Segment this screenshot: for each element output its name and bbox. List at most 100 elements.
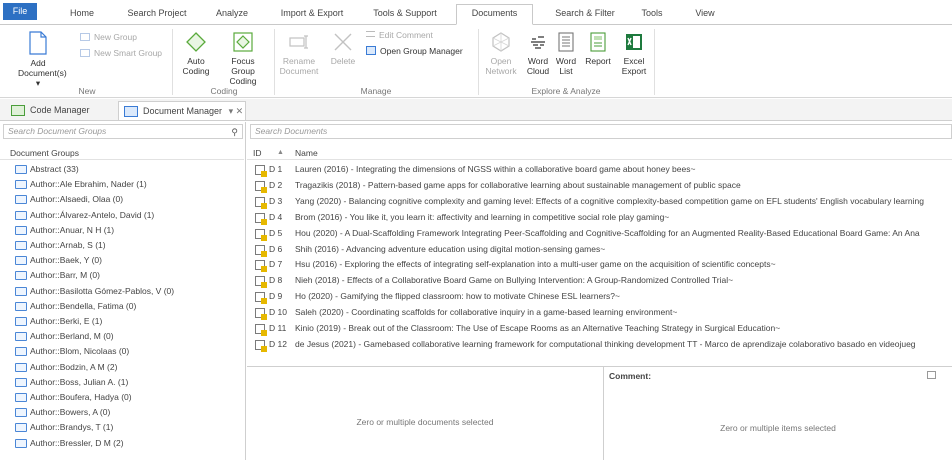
document-row[interactable]: D 10 Saleh (2020) - Coordinating scaffold…: [247, 305, 952, 321]
tab-documents[interactable]: Documents: [456, 4, 533, 25]
open-group-manager-button[interactable]: Open Group Manager: [366, 45, 463, 57]
word-list-button[interactable]: Word List: [554, 31, 578, 76]
document-id: D 3: [269, 195, 283, 206]
document-group-item[interactable]: Author::Bressler, D M (2): [0, 436, 244, 451]
document-id: D 4: [269, 211, 283, 222]
document-group-label: Author::Brandys, T (1): [30, 422, 114, 433]
document-name: Tragazikis (2018) - Pattern-based game a…: [295, 179, 741, 190]
comment-label: Comment:: [609, 371, 652, 381]
documents-search[interactable]: Search Documents: [250, 124, 952, 139]
document-name: Shih (2016) - Advancing adventure educat…: [295, 243, 606, 254]
tab-code-manager[interactable]: Code Manager: [6, 101, 114, 120]
detail-splitter[interactable]: [603, 367, 604, 460]
document-group-icon: [15, 393, 27, 402]
tab-search-project[interactable]: Search Project: [120, 6, 194, 24]
document-group-item[interactable]: Author::Bowers, A (0): [0, 405, 244, 420]
document-group-label: Author::Berki, E (1): [30, 316, 103, 326]
document-group-icon: [15, 408, 27, 418]
document-row[interactable]: D 8 Nieh (2018) - Effects of a Collaborat…: [247, 273, 952, 289]
document-group-item[interactable]: Author::Brandys, T (1): [0, 420, 244, 435]
name-column-header[interactable]: Name: [295, 146, 318, 160]
document-group-label: Abstract (33): [30, 164, 79, 174]
document-group-item[interactable]: Author::Boufera, Hadya (0): [0, 390, 244, 405]
document-group-icon: [15, 423, 27, 433]
document-row[interactable]: D 4 Brom (2016) - You like it, you learn …: [247, 210, 952, 226]
document-group-item[interactable]: Author::Bodzin, A M (2): [0, 360, 244, 375]
report-icon: [590, 32, 606, 52]
documents-selection-message: Zero or multiple documents selected: [356, 417, 494, 427]
document-group-item[interactable]: Author::Berland, M (0): [0, 329, 244, 344]
tab-view[interactable]: View: [686, 6, 724, 24]
tab-document-manager[interactable]: Document Manager ▾ ✕: [118, 101, 246, 120]
document-group-label: Author::Berland, M (0): [30, 331, 114, 342]
code-manager-icon: [11, 105, 25, 116]
word-cloud-button[interactable]: Word Cloud: [526, 31, 550, 76]
document-group-item[interactable]: Author::Boss, Julian A. (1): [0, 375, 244, 390]
document-group-item[interactable]: Author::Álvarez-Antelo, David (1): [0, 208, 244, 223]
document-row[interactable]: D 11 Kinio (2019) - Break out of the Clas…: [247, 321, 952, 337]
document-group-item[interactable]: Author::Arnab, S (1): [0, 238, 244, 253]
edit-comment-icon[interactable]: [927, 371, 936, 379]
document-group-item[interactable]: Author::Anuar, N H (1): [0, 223, 244, 238]
document-row[interactable]: D 9 Ho (2020) - Gamifying the flipped cla…: [247, 289, 952, 305]
documents-panel: Search Documents ID ▲ Name D 1 Lauren (20…: [247, 122, 952, 460]
tab-tools[interactable]: Tools: [632, 6, 672, 24]
document-name: Saleh (2020) - Coordinating scaffolds fo…: [295, 307, 678, 318]
document-row[interactable]: D 7 Hsu (2016) - Exploring the effects of…: [247, 257, 952, 273]
document-group-label: Author::Anuar, N H (1): [30, 224, 115, 235]
open-network-button[interactable]: Open Network: [482, 31, 520, 76]
document-group-item[interactable]: Author::Berki, E (1): [0, 314, 244, 329]
new-group-button[interactable]: New Group: [80, 31, 137, 43]
document-row[interactable]: D 3 Yang (2020) - Balancing cognitive com…: [247, 194, 952, 210]
document-group-item[interactable]: Author::Ale Ebrahim, Nader (1): [0, 177, 244, 192]
tab-search-filter[interactable]: Search & Filter: [546, 6, 624, 24]
document-groups-header[interactable]: Document Groups: [0, 146, 244, 160]
document-row[interactable]: D 2 Tragazikis (2018) - Pattern-based gam…: [247, 178, 952, 194]
document-group-label: Author::Alsaedi, Olaa (0): [30, 194, 124, 205]
tab-tools-support[interactable]: Tools & Support: [366, 6, 444, 24]
document-group-item[interactable]: Author::Basilotta Gómez-Pablos, V (0): [0, 284, 244, 299]
tab-menu-close-controls[interactable]: ▾ ✕: [229, 106, 244, 116]
document-group-item[interactable]: Author::Barr, M (0): [0, 268, 244, 283]
document-row[interactable]: D 6 Shih (2016) - Advancing adventure edu…: [247, 242, 952, 258]
focus-group-coding-button[interactable]: Focus Group Coding: [218, 31, 268, 86]
document-group-item[interactable]: Abstract (33): [0, 162, 244, 177]
document-id: D 9: [269, 291, 283, 302]
document-group-label: Author::Baek, Y (0): [30, 255, 102, 266]
document-group-item[interactable]: Author::Blom, Nicolaas (0): [0, 344, 244, 359]
document-name: Yang (2020) - Balancing cognitive comple…: [295, 195, 924, 206]
document-row[interactable]: D 12 de Jesus (2021) - Gamebased collabor…: [247, 337, 952, 353]
document-row[interactable]: D 5 Hou (2020) - A Dual-Scaffolding Frame…: [247, 226, 952, 242]
items-selection-message: Zero or multiple items selected: [720, 423, 836, 433]
delete-button[interactable]: Delete: [326, 31, 360, 66]
new-smart-group-button[interactable]: New Smart Group: [80, 47, 162, 59]
text-document-icon: [255, 276, 267, 289]
tab-analyze[interactable]: Analyze: [208, 6, 256, 24]
edit-comment-button[interactable]: Edit Comment: [366, 29, 433, 41]
id-column-header[interactable]: ID: [253, 146, 262, 160]
panel-tabbar: Code Manager Document Manager ▾ ✕: [0, 99, 952, 121]
tab-import-export[interactable]: Import & Export: [272, 6, 352, 24]
document-group-item[interactable]: Author::Alsaedi, Olaa (0): [0, 192, 244, 207]
group-label-manage: Manage: [360, 86, 392, 96]
auto-coding-button[interactable]: Auto Coding: [178, 31, 214, 76]
document-group-label: Author::Álvarez-Antelo, David (1): [30, 209, 155, 220]
sort-ascending-icon[interactable]: ▲: [277, 146, 284, 160]
report-button[interactable]: Report: [582, 31, 614, 66]
excel-export-button[interactable]: Excel Export: [618, 31, 650, 76]
tab-file[interactable]: File: [3, 3, 37, 20]
document-name: Hou (2020) - A Dual-Scaffolding Framewor…: [295, 227, 920, 238]
document-row[interactable]: D 1 Lauren (2016) - Integrating the dimen…: [247, 162, 952, 178]
document-group-icon: [15, 332, 27, 342]
document-groups-search[interactable]: Search Document Groups ⚲: [3, 124, 243, 139]
new-group-icon: [80, 33, 90, 41]
document-group-item[interactable]: Author::Baek, Y (0): [0, 253, 244, 268]
tab-home[interactable]: Home: [62, 6, 102, 24]
add-documents-button[interactable]: Add Document(s) ▾: [4, 31, 72, 88]
text-document-icon: [255, 228, 267, 241]
document-group-label: Author::Boss, Julian A. (1): [30, 376, 129, 387]
rename-document-button[interactable]: Rename Document: [278, 31, 320, 76]
search-icon[interactable]: ⚲: [231, 126, 238, 139]
document-group-item[interactable]: Author::Bendella, Fatima (0): [0, 299, 244, 314]
comment-icon: [366, 31, 375, 37]
